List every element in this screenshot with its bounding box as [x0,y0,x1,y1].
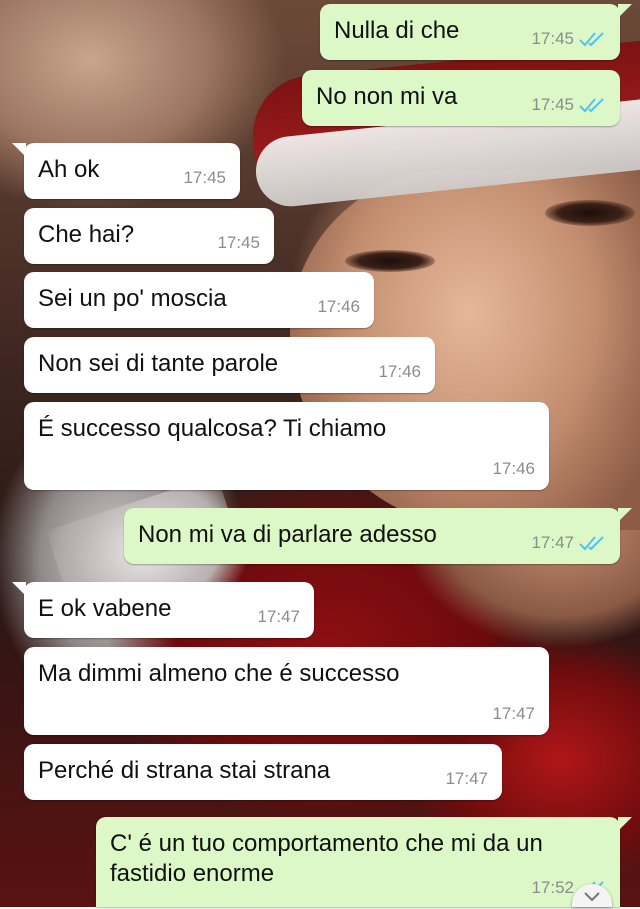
message-bubble-incoming[interactable]: Sei un po' moscia 17:46 [24,272,374,328]
message-time: 17:47 [492,704,535,723]
message-bubble-incoming[interactable]: Ah ok 17:45 [12,143,240,199]
double-check-icon [578,535,606,551]
message-bubble-incoming[interactable]: Perché di strana stai strana 17:47 [24,744,502,800]
message-time: 17:46 [492,459,535,478]
message-text: Non sei di tante parole [38,350,279,377]
message-time: 17:52 [531,878,574,897]
message-time: 17:46 [317,297,360,316]
message-meta: 17:45 [217,228,260,258]
message-bubble-outgoing[interactable]: Non mi va di parlare adesso 17:47 [124,508,632,564]
message-time: 17:45 [183,168,226,187]
message-meta: 17:47 [257,602,300,632]
message-bubble-incoming[interactable]: Non sei di tante parole 17:46 [24,337,435,393]
double-check-icon [578,97,606,113]
message-text: Sei un po' moscia [38,285,227,312]
message-time: 17:47 [531,533,574,552]
message-meta: 17:47 [492,699,535,729]
message-time: 17:45 [531,29,574,48]
message-bubble-outgoing[interactable]: C' é un tuo comportamento che mi da un f… [96,817,632,907]
message-meta: 17:45 [531,24,606,54]
message-meta: 17:47 [531,528,606,558]
message-meta: 17:45 [183,163,226,193]
message-bubble-outgoing[interactable]: No non mi va 17:45 [302,70,620,126]
message-text: Ma dimmi almeno che é successo [38,660,400,687]
message-bubble-incoming[interactable]: Ma dimmi almeno che é successo 17:47 [24,647,549,735]
message-time: 17:45 [531,95,574,114]
message-meta: 17:46 [378,357,421,387]
message-text: Perché di strana stai strana [38,757,331,784]
message-time: 17:45 [217,233,260,252]
chevron-down-icon [582,890,602,909]
message-text: É successo qualcosa? Ti chiamo [38,415,387,442]
message-meta: 17:45 [531,90,606,120]
message-meta: 17:47 [445,764,488,794]
message-bubble-outgoing[interactable]: Nulla di che 17:45 [320,4,632,60]
message-bubble-incoming[interactable]: É successo qualcosa? Ti chiamo 17:46 [24,402,549,490]
message-meta: 17:46 [492,454,535,484]
message-time: 17:47 [445,769,488,788]
message-bubble-incoming[interactable]: E ok vabene 17:47 [12,582,314,638]
message-time: 17:46 [378,362,421,381]
message-bubble-incoming[interactable]: Che hai? 17:45 [24,208,274,264]
wallpaper-eye [345,250,435,272]
message-meta: 17:46 [317,292,360,322]
message-time: 17:47 [257,607,300,626]
wallpaper-eye [545,200,635,226]
double-check-icon [578,31,606,47]
